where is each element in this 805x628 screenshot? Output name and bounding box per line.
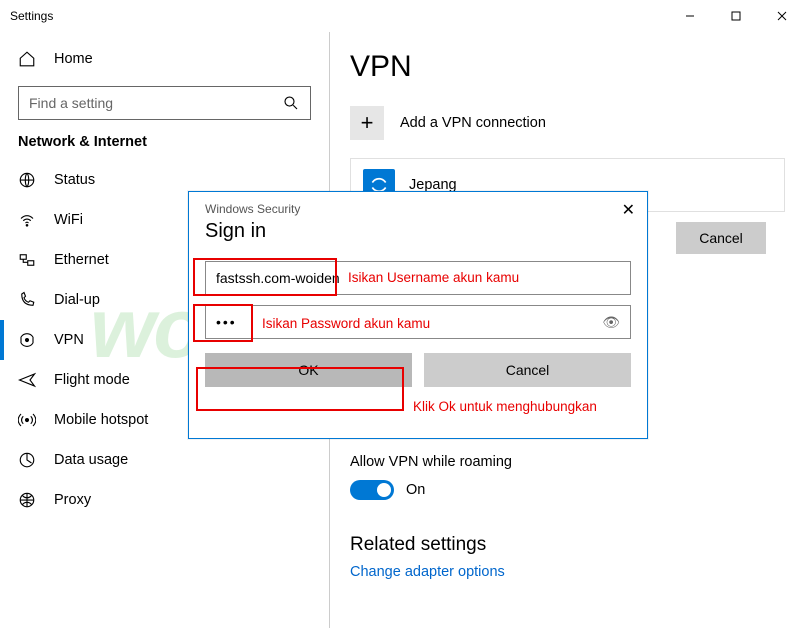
sidebar-item-label: Ethernet bbox=[54, 252, 109, 268]
sidebar-category: Network & Internet bbox=[0, 134, 329, 160]
wifi-icon bbox=[18, 211, 36, 229]
password-input[interactable]: ••• 👁 bbox=[205, 305, 631, 339]
sidebar-home[interactable]: Home bbox=[0, 42, 329, 76]
adapter-options-link[interactable]: Change adapter options bbox=[350, 564, 785, 580]
titlebar: Settings bbox=[0, 0, 805, 32]
username-input[interactable]: fastssh.com-woiden bbox=[205, 261, 631, 295]
home-icon bbox=[18, 50, 36, 68]
sidebar-item-label: WiFi bbox=[54, 212, 83, 228]
sidebar-item-datausage[interactable]: Data usage bbox=[0, 440, 329, 480]
username-value: fastssh.com-woiden bbox=[216, 270, 340, 286]
globe-icon bbox=[18, 171, 36, 189]
airplane-icon bbox=[18, 371, 36, 389]
ok-button[interactable]: OK bbox=[205, 353, 412, 387]
sidebar-item-label: Proxy bbox=[54, 492, 91, 508]
signin-dialog: Windows Security ✕ Sign in fastssh.com-w… bbox=[188, 191, 648, 439]
maximize-button[interactable] bbox=[713, 0, 759, 32]
roaming-label: Allow VPN while roaming bbox=[350, 454, 785, 470]
dialog-title: Windows Security bbox=[205, 202, 631, 216]
password-value: ••• bbox=[216, 314, 237, 330]
close-button[interactable] bbox=[759, 0, 805, 32]
sidebar-item-label: Dial-up bbox=[54, 292, 100, 308]
sidebar-item-proxy[interactable]: Proxy bbox=[0, 480, 329, 520]
reveal-password-icon[interactable]: 👁 bbox=[602, 314, 620, 331]
minimize-button[interactable] bbox=[667, 0, 713, 32]
phone-icon bbox=[18, 291, 36, 309]
dialog-heading: Sign in bbox=[205, 220, 631, 243]
sidebar-item-label: Status bbox=[54, 172, 95, 188]
dialog-close-button[interactable]: ✕ bbox=[622, 200, 635, 220]
toggle-state: On bbox=[406, 482, 425, 498]
data-icon bbox=[18, 451, 36, 469]
search-placeholder: Find a setting bbox=[29, 95, 113, 111]
add-vpn-button[interactable]: + bbox=[350, 106, 384, 140]
ethernet-icon bbox=[18, 251, 36, 269]
page-title: VPN bbox=[350, 50, 785, 84]
sidebar-item-label: VPN bbox=[54, 332, 84, 348]
search-icon bbox=[282, 94, 300, 112]
sidebar-item-label: Data usage bbox=[54, 452, 128, 468]
home-label: Home bbox=[54, 51, 93, 67]
window-title: Settings bbox=[10, 9, 53, 23]
proxy-icon bbox=[18, 491, 36, 509]
sidebar-item-label: Mobile hotspot bbox=[54, 412, 148, 428]
dialog-cancel-button[interactable]: Cancel bbox=[424, 353, 631, 387]
hotspot-icon bbox=[18, 411, 36, 429]
search-input[interactable]: Find a setting bbox=[18, 86, 311, 120]
vpn-cancel-button[interactable]: Cancel bbox=[676, 222, 766, 254]
sidebar-item-label: Flight mode bbox=[54, 372, 130, 388]
vpn-icon bbox=[18, 331, 36, 349]
roaming-toggle[interactable] bbox=[350, 480, 394, 500]
related-heading: Related settings bbox=[350, 534, 785, 556]
add-vpn-label: Add a VPN connection bbox=[400, 115, 546, 131]
